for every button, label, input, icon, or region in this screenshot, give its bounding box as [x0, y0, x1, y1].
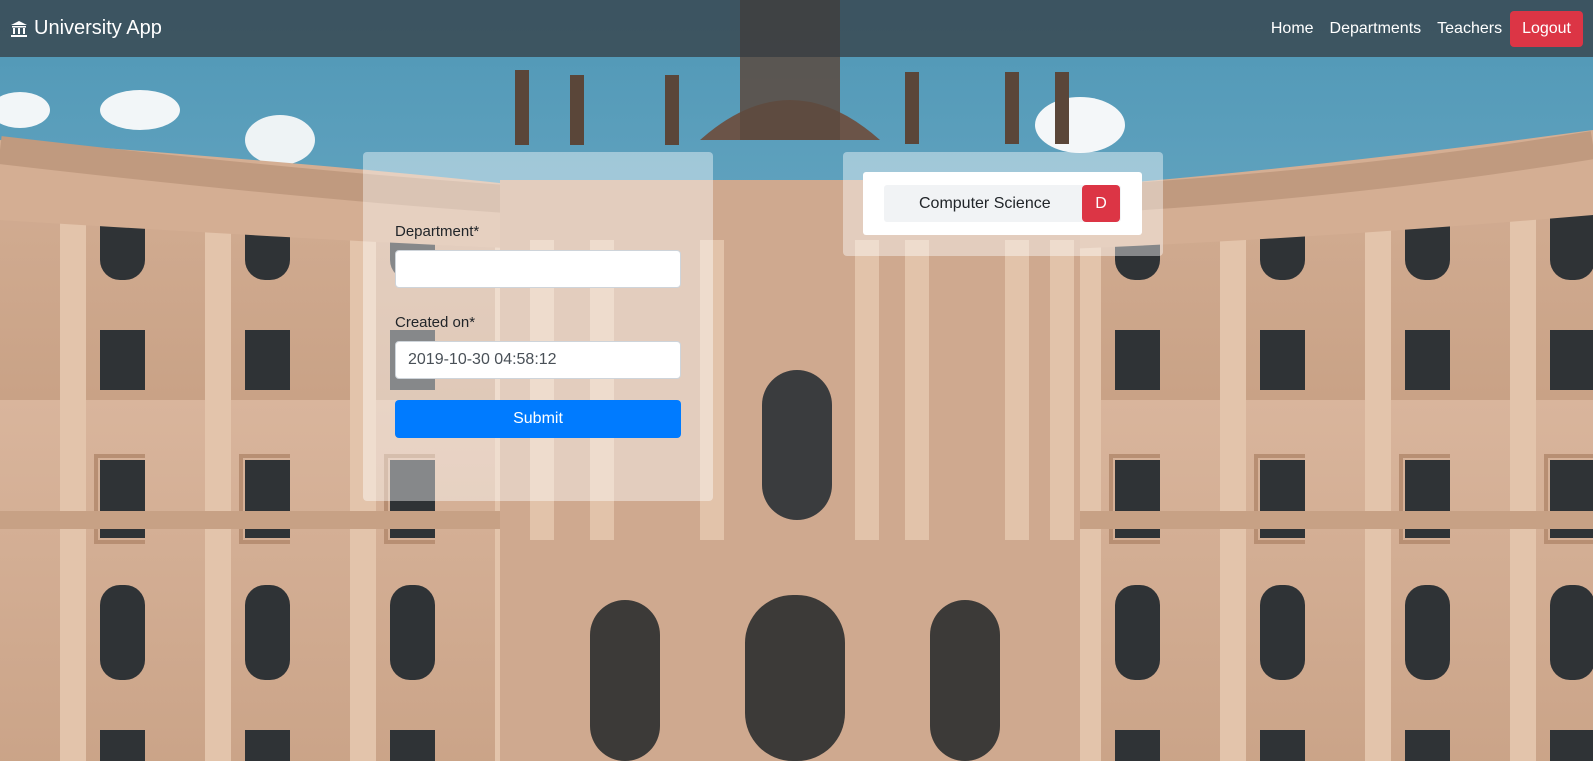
- created-on-label: Created on*: [395, 314, 476, 331]
- nav-links: Home Departments Teachers Logout: [1255, 10, 1583, 47]
- created-on-input[interactable]: [395, 341, 681, 379]
- list-item: Computer Science D: [884, 185, 1121, 222]
- nav-link-departments[interactable]: Departments: [1330, 20, 1422, 38]
- department-form-card: Department* Created on* Submit: [363, 152, 713, 501]
- nav-link-teachers[interactable]: Teachers: [1437, 20, 1502, 38]
- nav-link-home[interactable]: Home: [1271, 20, 1314, 38]
- delete-department-button[interactable]: D: [1082, 185, 1120, 222]
- navbar: University App Home Departments Teachers…: [0, 0, 1593, 57]
- department-list: Computer Science D: [863, 172, 1142, 235]
- background-building-photo: [0, 0, 1593, 761]
- submit-button[interactable]: Submit: [395, 400, 681, 438]
- department-input[interactable]: [395, 250, 681, 288]
- department-list-card: Computer Science D: [843, 152, 1163, 256]
- university-icon: [10, 20, 28, 38]
- brand-link[interactable]: University App: [10, 17, 162, 40]
- department-name: Computer Science: [919, 195, 1051, 212]
- logout-button[interactable]: Logout: [1510, 10, 1583, 47]
- brand-title: University App: [34, 17, 162, 39]
- department-label: Department*: [395, 223, 480, 240]
